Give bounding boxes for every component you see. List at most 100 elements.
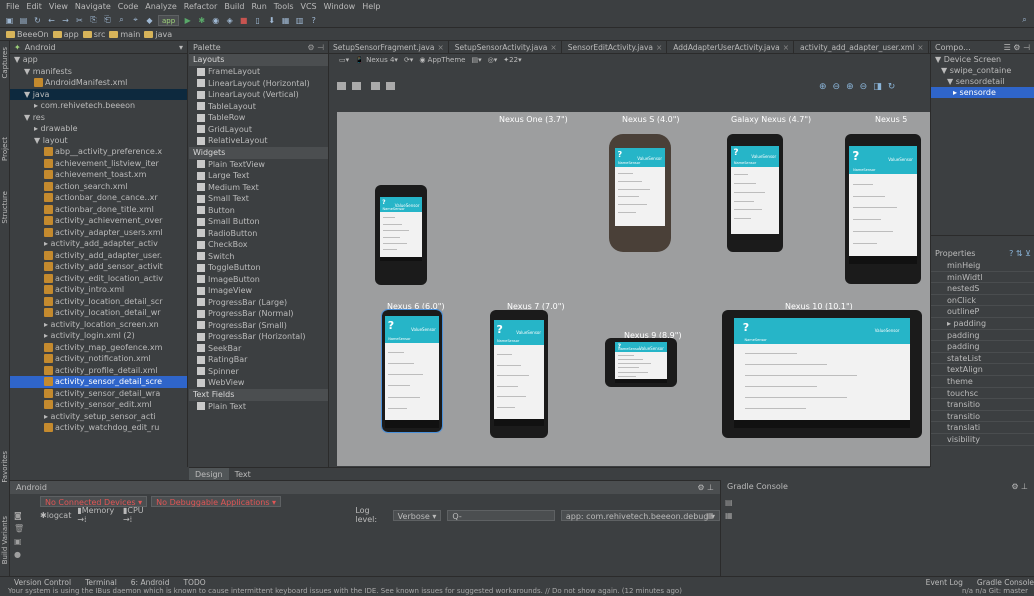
palette-item[interactable]: LinearLayout (Horizontal) [189,78,328,90]
tab-text[interactable]: Text [229,468,257,480]
device-preview[interactable]: ? ValueSensor NameSensor [375,185,427,285]
palette-item[interactable]: ImageView [189,285,328,297]
camera-icon[interactable]: ◙ [14,511,24,520]
tree-item[interactable]: activity_achievement_over [10,215,187,227]
panel-settings-icon[interactable]: ⚙ ⊥ [1011,480,1028,493]
tree-item[interactable]: activity_sensor_detail_scre [10,376,187,388]
palette-item[interactable]: Plain Text [189,401,328,413]
tree-item[interactable]: activity_add_sensor_activit [10,261,187,273]
close-icon[interactable]: × [917,43,923,52]
tree-item[interactable]: activity_location_detail_wr [10,307,187,319]
component-tree-item[interactable]: ▼ swipe_containe [931,65,1034,76]
paste-icon[interactable]: ⎗ [102,15,113,26]
tree-item[interactable]: activity_sensor_detail_wra [10,388,187,400]
palette-item[interactable]: TableRow [189,112,328,124]
menu-item-refactor[interactable]: Refactor [184,2,218,11]
tree-item[interactable]: achievement_toast.xm [10,169,187,181]
captures-tool-tab[interactable]: Captures [1,47,9,78]
tree-item[interactable]: actionbar_done_cance..xr [10,192,187,204]
tree-item[interactable]: activity_map_geofence.xm [10,342,187,354]
tree-item[interactable]: activity_edit_location_activ [10,273,187,285]
run-icon[interactable]: ▶ [182,15,193,26]
breadcrumb-item[interactable]: app [52,30,79,39]
screenshot-icon[interactable]: ◨ [873,82,882,92]
gear-icon[interactable]: ⚙ ⊣ [307,41,324,53]
palette-item[interactable]: ToggleButton [189,262,328,274]
editor-tab[interactable]: SetupSensorActivity.java × [451,41,562,53]
palette-item[interactable]: RadioButton [189,228,328,240]
palette-item[interactable]: ProgressBar (Horizontal) [189,331,328,343]
log-level-select[interactable]: Verbose ▾ [392,509,442,521]
tree-item[interactable]: activity_intro.xml [10,284,187,296]
palette-item[interactable]: Spinner [189,366,328,378]
property-row[interactable]: visibility [931,434,1034,446]
activity-select[interactable]: ▤▾ [472,56,482,64]
palette-item[interactable]: Button [189,205,328,217]
tree-item[interactable]: activity_watchdog_edit_ru [10,422,187,434]
attach-icon[interactable]: ◉ [210,15,221,26]
tool-window-tab[interactable]: Event Log [926,578,963,587]
structure-tool-tab[interactable]: Structure [1,191,9,224]
menu-item-analyze[interactable]: Analyze [145,2,177,11]
editor-tab[interactable]: SensorEditActivity.java × [564,41,668,53]
run-config-select[interactable]: app [158,14,180,26]
search-everywhere-icon[interactable]: ⌕ [1019,15,1030,26]
preview-single-icon[interactable] [337,82,346,90]
theme-select[interactable]: ◉ AppTheme [419,56,465,64]
tree-item[interactable]: ▸ activity_setup_sensor_acti [10,411,187,423]
breadcrumb-item[interactable]: java [144,30,172,39]
palette-item[interactable]: FrameLayout [189,66,328,78]
menu-item-file[interactable]: File [6,2,19,11]
palette-item[interactable]: ProgressBar (Small) [189,320,328,332]
cpu-tab[interactable]: ▮CPU →⁞ [123,506,149,524]
property-row[interactable]: translati [931,422,1034,434]
device-preview[interactable]: ? ValueSensor NameSensor [490,310,548,438]
palette-item[interactable]: Large Text [189,170,328,182]
device-preview[interactable]: ? ValueSensor NameSensor [609,134,671,252]
zoom-out-icon[interactable]: ⊖ [833,82,841,92]
property-row[interactable]: theme [931,376,1034,388]
palette-item[interactable]: RatingBar [189,354,328,366]
component-tree-item[interactable]: ▼ Device Screen [931,54,1034,65]
tree-item[interactable]: ▸ activity_add_adapter_activ [10,238,187,250]
property-row[interactable]: minHeig [931,260,1034,272]
panel-settings-icon[interactable]: ☰ ⚙ ⊣ [1004,41,1030,53]
palette-item[interactable]: GridLayout [189,124,328,136]
device-dropdown[interactable]: No Connected Devices ▾ [40,495,148,507]
tree-item[interactable]: AndroidManifest.xml [10,77,187,89]
palette-section[interactable]: Widgets [189,146,328,159]
breadcrumb-item[interactable]: src [82,30,105,39]
close-icon[interactable]: × [656,43,662,52]
palette-item[interactable]: ImageButton [189,274,328,286]
device-preview[interactable]: ? ValueSensor NameSensor [381,309,443,433]
sdk-icon[interactable]: ⬇ [266,15,277,26]
editor-tab[interactable]: activity_add_adapter_user.xml × [796,41,929,53]
property-row[interactable]: padding [931,341,1034,353]
palette-item[interactable]: WebView [189,377,328,389]
build-variants-tool-tab[interactable]: Build Variants [1,516,9,564]
device-preview[interactable]: ? ValueSensor NameSensor [722,310,922,438]
tree-item[interactable]: actionbar_done_title.xml [10,204,187,216]
menu-item-edit[interactable]: Edit [26,2,42,11]
tree-item[interactable]: ▼ res [10,112,187,124]
device-preview[interactable]: ? ValueSensor NameSensor [727,134,783,252]
app-filter-select[interactable]: app: com.rehivetech.beeeon.debug ▾ [560,509,720,521]
tree-item[interactable]: achievement_listview_iter [10,158,187,170]
tree-item[interactable]: action_search.xml [10,181,187,193]
menu-item-run[interactable]: Run [251,2,266,11]
device-select[interactable]: 📱 Nexus 4▾ [355,56,398,64]
menu-item-navigate[interactable]: Navigate [75,2,111,11]
monitor-icon[interactable]: ▦ [280,15,291,26]
zoom-in-icon[interactable]: ⊖ [860,82,868,92]
tree-item[interactable]: ▸ activity_location_screen.xn [10,319,187,331]
design-canvas[interactable]: Nexus One (3.7")? ValueSensor NameSensor Ne… [337,112,930,466]
build-icon[interactable]: ◆ [144,15,155,26]
stop-icon[interactable]: ■ [238,15,249,26]
screen-record-icon[interactable]: ▣ [14,537,24,546]
property-row[interactable]: padding [931,330,1034,342]
tree-item[interactable]: ▼ java [10,88,187,100]
tool-window-tab[interactable]: Gradle Console [977,578,1034,587]
open-folder-icon[interactable]: ▣ [4,15,15,26]
project-tool-tab[interactable]: Project [1,137,9,161]
preview-all-icon[interactable] [386,82,395,90]
